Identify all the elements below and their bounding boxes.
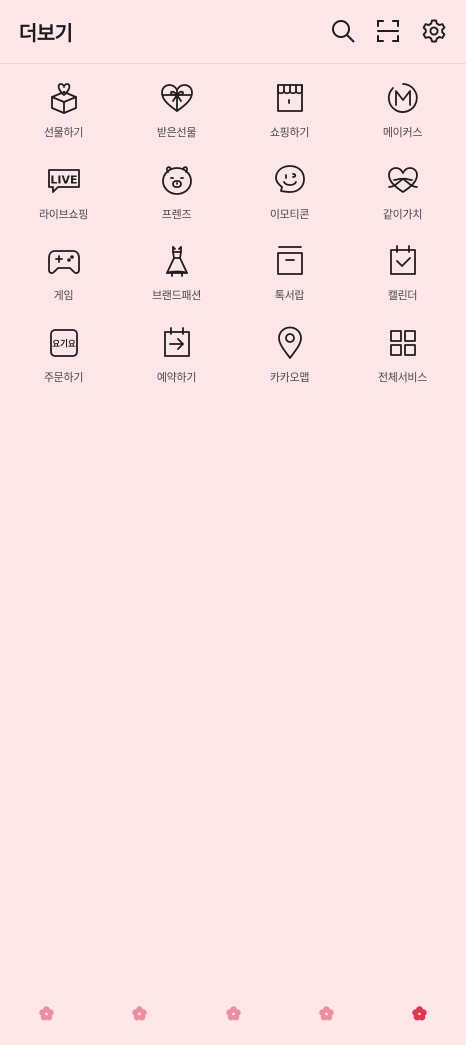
service-label: 프렌즈 xyxy=(161,207,192,221)
flower-icon xyxy=(132,1005,148,1020)
service-tile-talk-drawer[interactable]: 톡서랍 xyxy=(233,243,346,325)
shop-store-icon xyxy=(272,80,308,116)
bear-face-icon xyxy=(159,162,195,198)
search-icon[interactable] xyxy=(330,18,356,44)
service-tile-game[interactable]: 게임 xyxy=(7,243,120,325)
service-tile-calendar[interactable]: 캘린더 xyxy=(346,243,459,325)
flower-icon xyxy=(39,1005,54,1020)
service-tile-shopping[interactable]: 쇼핑하기 xyxy=(233,80,346,162)
tab-3[interactable] xyxy=(186,990,279,1036)
calendar-arrow-icon xyxy=(159,325,195,361)
service-tile-order[interactable]: 요기요 주문하기 xyxy=(7,325,120,407)
gear-icon[interactable] xyxy=(421,18,447,44)
grid-icon xyxy=(385,325,421,361)
service-tile-gift[interactable]: 선물하기 xyxy=(7,80,120,162)
tab-2[interactable] xyxy=(93,990,186,1036)
service-label: 받은선물 xyxy=(156,126,197,139)
dress-icon xyxy=(159,243,195,279)
service-grid: 선물하기 받은선물 쇼핑하기 메이커스 LIVE 라이브쇼핑 프렌즈 이모티콘 … xyxy=(7,80,459,406)
drawer-box-icon xyxy=(272,243,308,279)
order-badge-icon: 요기요 xyxy=(46,325,82,361)
service-label: 예약하기 xyxy=(156,370,197,384)
service-label: 전체서비스 xyxy=(377,370,428,384)
service-label: 메이커스 xyxy=(382,126,423,139)
service-label: 같이가치 xyxy=(382,207,423,221)
service-tile-brand-fashion[interactable]: 브랜드패션 xyxy=(120,243,233,325)
together-heart-icon xyxy=(385,162,421,198)
calendar-check-icon xyxy=(385,243,421,279)
top-header: 더보기 xyxy=(0,0,466,64)
gamepad-icon xyxy=(46,243,82,279)
live-badge-icon: LIVE xyxy=(46,162,82,198)
live-badge-text: LIVE xyxy=(50,173,77,186)
service-tile-all-services[interactable]: 전체서비스 xyxy=(346,325,459,407)
service-tile-makers[interactable]: 메이커스 xyxy=(346,80,459,162)
service-label: 톡서랍 xyxy=(274,289,305,302)
service-label: 주문하기 xyxy=(43,370,84,384)
service-label: 라이브쇼핑 xyxy=(38,207,89,221)
service-tile-reservation[interactable]: 예약하기 xyxy=(120,325,233,407)
emoticon-face-icon xyxy=(272,162,308,198)
service-label: 선물하기 xyxy=(43,126,84,139)
flower-icon xyxy=(225,1005,241,1020)
tab-1[interactable] xyxy=(0,990,93,1036)
service-tile-live-shopping[interactable]: LIVE 라이브쇼핑 xyxy=(7,162,120,244)
service-tile-emoticon[interactable]: 이모티콘 xyxy=(233,162,346,244)
makers-m-icon xyxy=(385,80,421,116)
bottom-tab-bar xyxy=(0,990,466,1036)
service-label: 게임 xyxy=(53,289,74,302)
service-label: 쇼핑하기 xyxy=(269,126,310,139)
service-tile-received-gift[interactable]: 받은선물 xyxy=(120,80,233,162)
service-tile-friends[interactable]: 프렌즈 xyxy=(120,162,233,244)
tab-4[interactable] xyxy=(280,990,373,1036)
service-label: 이모티콘 xyxy=(269,207,310,221)
received-gift-heart-icon xyxy=(159,80,195,116)
service-label: 캘린더 xyxy=(387,289,418,302)
flower-icon xyxy=(412,1005,427,1020)
service-tile-together[interactable]: 같이가치 xyxy=(346,162,459,244)
service-tile-kakao-map[interactable]: 카카오맵 xyxy=(233,325,346,407)
map-pin-icon xyxy=(272,325,308,361)
page-title: 더보기 xyxy=(19,21,73,45)
flower-icon xyxy=(318,1005,334,1020)
service-label: 카카오맵 xyxy=(269,370,310,384)
service-label: 브랜드패션 xyxy=(151,289,202,302)
scan-icon[interactable] xyxy=(375,18,401,44)
tab-5-active[interactable] xyxy=(373,990,466,1036)
gift-box-icon xyxy=(46,80,82,116)
order-badge-text: 요기요 xyxy=(52,338,76,349)
